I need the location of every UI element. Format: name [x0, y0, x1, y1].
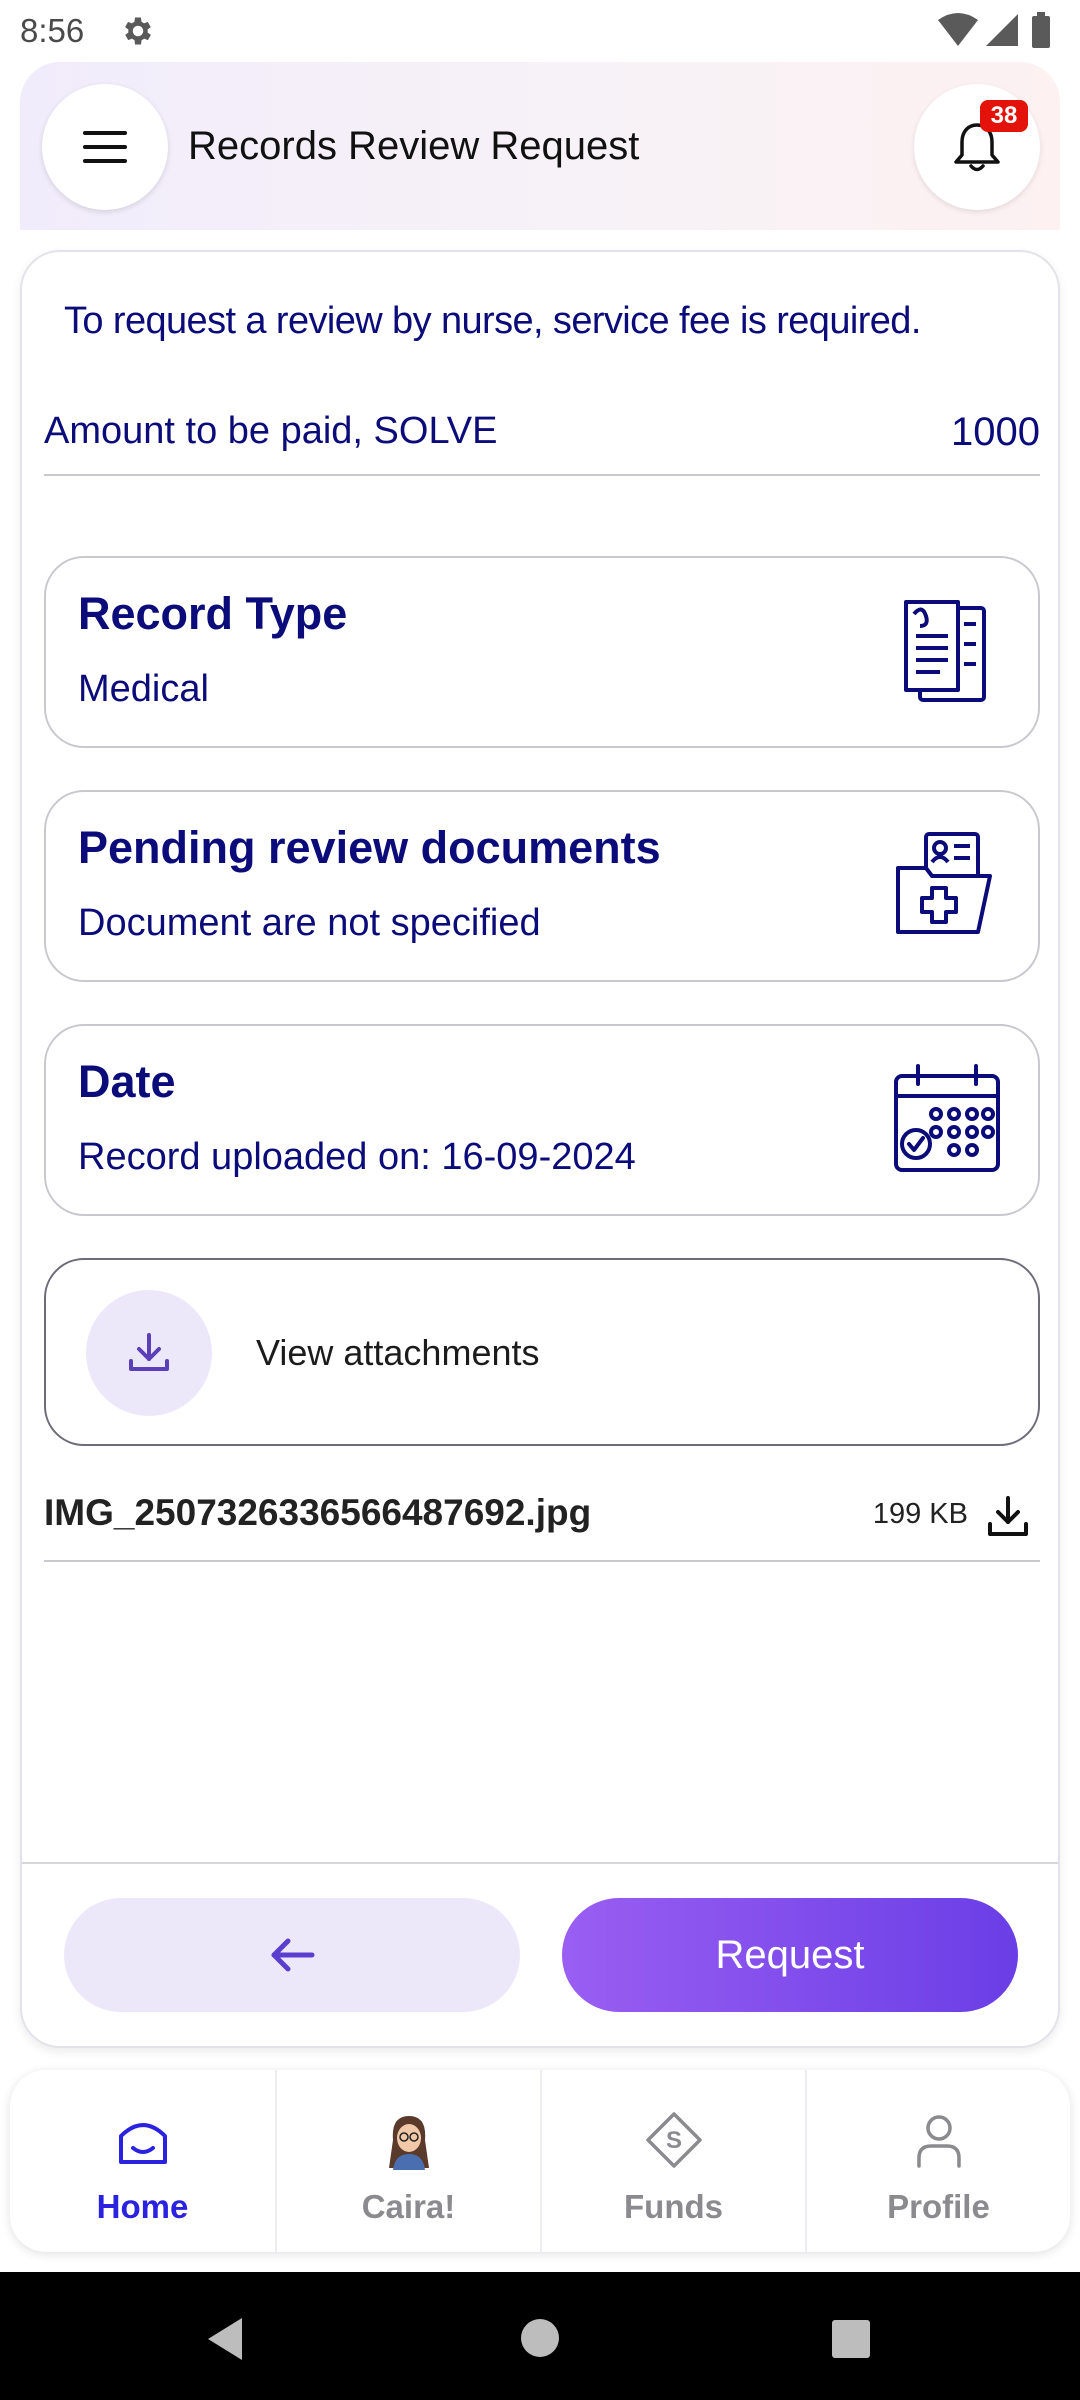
attachment-file-row: IMG_2507326336566487692.jpg 199 KB	[44, 1492, 1040, 1562]
calendar-check-icon	[894, 1064, 1000, 1172]
view-attachments-button[interactable]: View attachments	[44, 1258, 1040, 1446]
nav-caira-label: Caira!	[361, 2188, 456, 2225]
arrow-left-icon	[271, 1938, 315, 1972]
date-value: Record uploaded on: 16-09-2024	[78, 1136, 636, 1178]
app-bar: Records Review Request 38	[20, 62, 1060, 230]
record-type-value: Medical	[78, 668, 209, 710]
battery-icon	[1032, 16, 1050, 48]
amount-value: 1000	[951, 410, 1040, 454]
status-time: 8:56	[20, 12, 85, 49]
request-button[interactable]: Request	[562, 1898, 1018, 2012]
nav-home[interactable]: Home	[10, 2070, 275, 2252]
clipboard-document-icon	[904, 600, 986, 702]
nav-profile-label: Profile	[887, 2188, 990, 2225]
status-bar: 8:56	[0, 0, 1080, 62]
status-icons	[938, 12, 1050, 48]
card-divider	[22, 1862, 1058, 1864]
signal-icon	[986, 14, 1018, 46]
menu-button[interactable]	[42, 84, 168, 210]
pending-documents-value: Document are not specified	[78, 902, 541, 944]
file-name: IMG_2507326336566487692.jpg	[44, 1492, 592, 1533]
bottom-navigation: Home Caira! S Funds Profile	[10, 2070, 1070, 2252]
date-card: Date Record uploaded on: 16-09-2024	[44, 1024, 1040, 1216]
page-title: Records Review Request	[188, 124, 640, 168]
view-attachments-label: View attachments	[256, 1332, 540, 1373]
back-triangle-icon[interactable]	[200, 2314, 250, 2364]
record-type-title: Record Type	[78, 588, 348, 639]
file-size: 199 KB	[872, 1498, 968, 1530]
date-title: Date	[78, 1056, 176, 1107]
recents-square-icon[interactable]	[830, 2318, 872, 2360]
wifi-icon	[938, 13, 978, 46]
hamburger-menu-icon	[83, 131, 127, 163]
home-icon	[118, 2123, 167, 2164]
medical-folder-icon	[896, 832, 992, 934]
download-icon	[129, 1333, 169, 1371]
nav-profile[interactable]: Profile	[805, 2070, 1070, 2252]
notification-badge: 38	[980, 100, 1028, 132]
nav-home-label: Home	[96, 2188, 189, 2225]
svg-text:S: S	[665, 2127, 681, 2154]
profile-icon	[916, 2115, 961, 2168]
avatar-icon	[388, 2116, 429, 2170]
download-icon[interactable]	[986, 1494, 1030, 1538]
gear-icon	[125, 17, 151, 45]
back-button[interactable]	[64, 1898, 520, 2012]
attachments-icon-circle	[86, 1290, 212, 1416]
record-type-card: Record Type Medical	[44, 556, 1040, 748]
funds-diamond-icon: S	[645, 2112, 702, 2168]
nav-funds[interactable]: S Funds	[540, 2070, 805, 2252]
nav-caira[interactable]: Caira!	[275, 2070, 540, 2252]
notifications-button[interactable]: 38	[914, 84, 1040, 210]
pending-documents-title: Pending review documents	[78, 822, 661, 873]
amount-label: Amount to be paid, SOLVE	[44, 410, 498, 452]
fee-notice: To request a review by nurse, service fe…	[64, 300, 921, 342]
pending-documents-card: Pending review documents Document are no…	[44, 790, 1040, 982]
nav-funds-label: Funds	[624, 2188, 723, 2225]
system-navigation-bar	[0, 2272, 1080, 2400]
home-circle-icon[interactable]	[518, 2316, 562, 2360]
amount-row: Amount to be paid, SOLVE 1000	[44, 410, 1040, 476]
review-request-card: To request a review by nurse, service fe…	[20, 250, 1060, 2048]
